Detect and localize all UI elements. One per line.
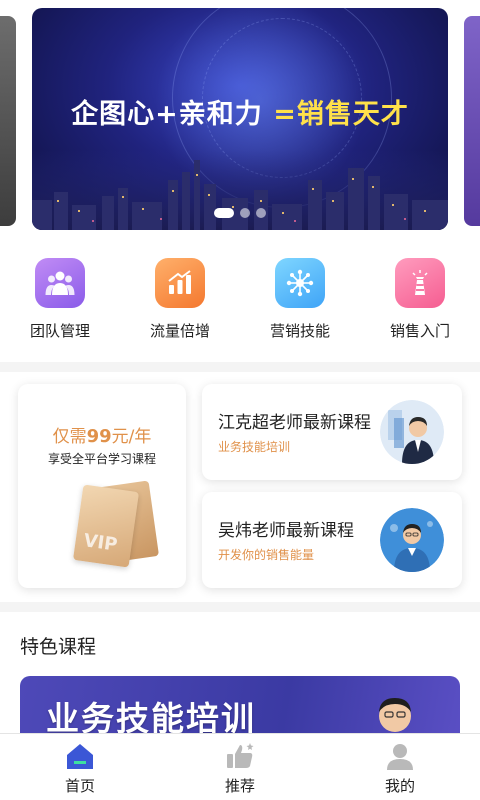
banner-title: 企图心+亲和力 =销售天才 — [32, 92, 448, 131]
category-team-management[interactable]: 团队管理 — [0, 258, 120, 350]
vip-card-image: VIP — [72, 484, 140, 568]
tab-home[interactable]: 首页 — [0, 734, 160, 800]
network-icon — [275, 258, 325, 308]
vip-promo-card[interactable]: 仅需99元/年 享受全平台学习课程 VIP — [18, 384, 186, 588]
course-subtitle: 开发你的销售能量 — [218, 548, 315, 562]
tab-label: 我的 — [384, 777, 415, 795]
course-title: 吴炜老师最新课程 — [218, 521, 354, 541]
carousel-indicator — [32, 208, 448, 218]
course-title: 江克超老师最新课程 — [218, 413, 371, 433]
home-icon — [67, 744, 93, 769]
carousel-dot[interactable] — [256, 208, 266, 218]
category-sales-intro[interactable]: 销售入门 — [360, 258, 480, 350]
category-label: 流量倍增 — [149, 322, 210, 340]
course-subtitle: 业务技能培训 — [218, 440, 291, 454]
category-label: 销售入门 — [389, 322, 450, 340]
vip-card-text: VIP — [82, 530, 119, 556]
bottom-tab-bar: 首页 推荐 我的 — [0, 733, 480, 800]
category-traffic-growth[interactable]: 流量倍增 — [120, 258, 240, 350]
tab-label: 首页 — [64, 777, 95, 795]
category-label: 营销技能 — [269, 322, 330, 340]
section-title: 特色课程 — [20, 636, 97, 658]
vip-price-suffix: 元/年 — [111, 427, 152, 447]
previous-slide-peek[interactable] — [0, 16, 16, 226]
tab-mine[interactable]: 我的 — [320, 734, 480, 800]
vip-description: 享受全平台学习课程 — [47, 452, 156, 466]
category-grid: 团队管理 流量倍增 营销技能 销售入门 — [0, 258, 480, 350]
thumbs-up-icon — [227, 743, 254, 768]
category-marketing-skills[interactable]: 营销技能 — [240, 258, 360, 350]
bar-chart-icon — [155, 258, 205, 308]
tab-label: 推荐 — [224, 777, 255, 795]
vip-price-prefix: 仅需 — [52, 427, 87, 447]
course-card-jiang[interactable]: 江克超老师最新课程 业务技能培训 — [202, 384, 462, 480]
team-icon — [35, 258, 85, 308]
vip-price: 仅需99元/年 — [18, 422, 186, 447]
tab-recommend[interactable]: 推荐 — [160, 734, 320, 800]
category-label: 团队管理 — [29, 322, 90, 340]
user-icon — [387, 744, 413, 770]
section-divider — [0, 602, 480, 612]
lighthouse-icon — [395, 258, 445, 308]
carousel-dot[interactable] — [214, 208, 234, 218]
city-skyline-image — [32, 150, 448, 230]
vip-price-amount: 99 — [86, 426, 112, 447]
teacher-avatar — [380, 400, 444, 464]
teacher-avatar — [380, 508, 444, 572]
banner-title-highlight: =销售天才 — [273, 99, 409, 130]
banner-title-main: 企图心+亲和力 — [71, 99, 274, 130]
carousel-dot[interactable] — [240, 208, 250, 218]
next-slide-peek[interactable] — [464, 16, 480, 226]
banner-carousel[interactable]: 企图心+亲和力 =销售天才 — [0, 6, 480, 230]
section-divider — [0, 362, 480, 372]
banner-slide[interactable]: 企图心+亲和力 =销售天才 — [32, 8, 448, 230]
course-card-wu[interactable]: 吴炜老师最新课程 开发你的销售能量 — [202, 492, 462, 588]
